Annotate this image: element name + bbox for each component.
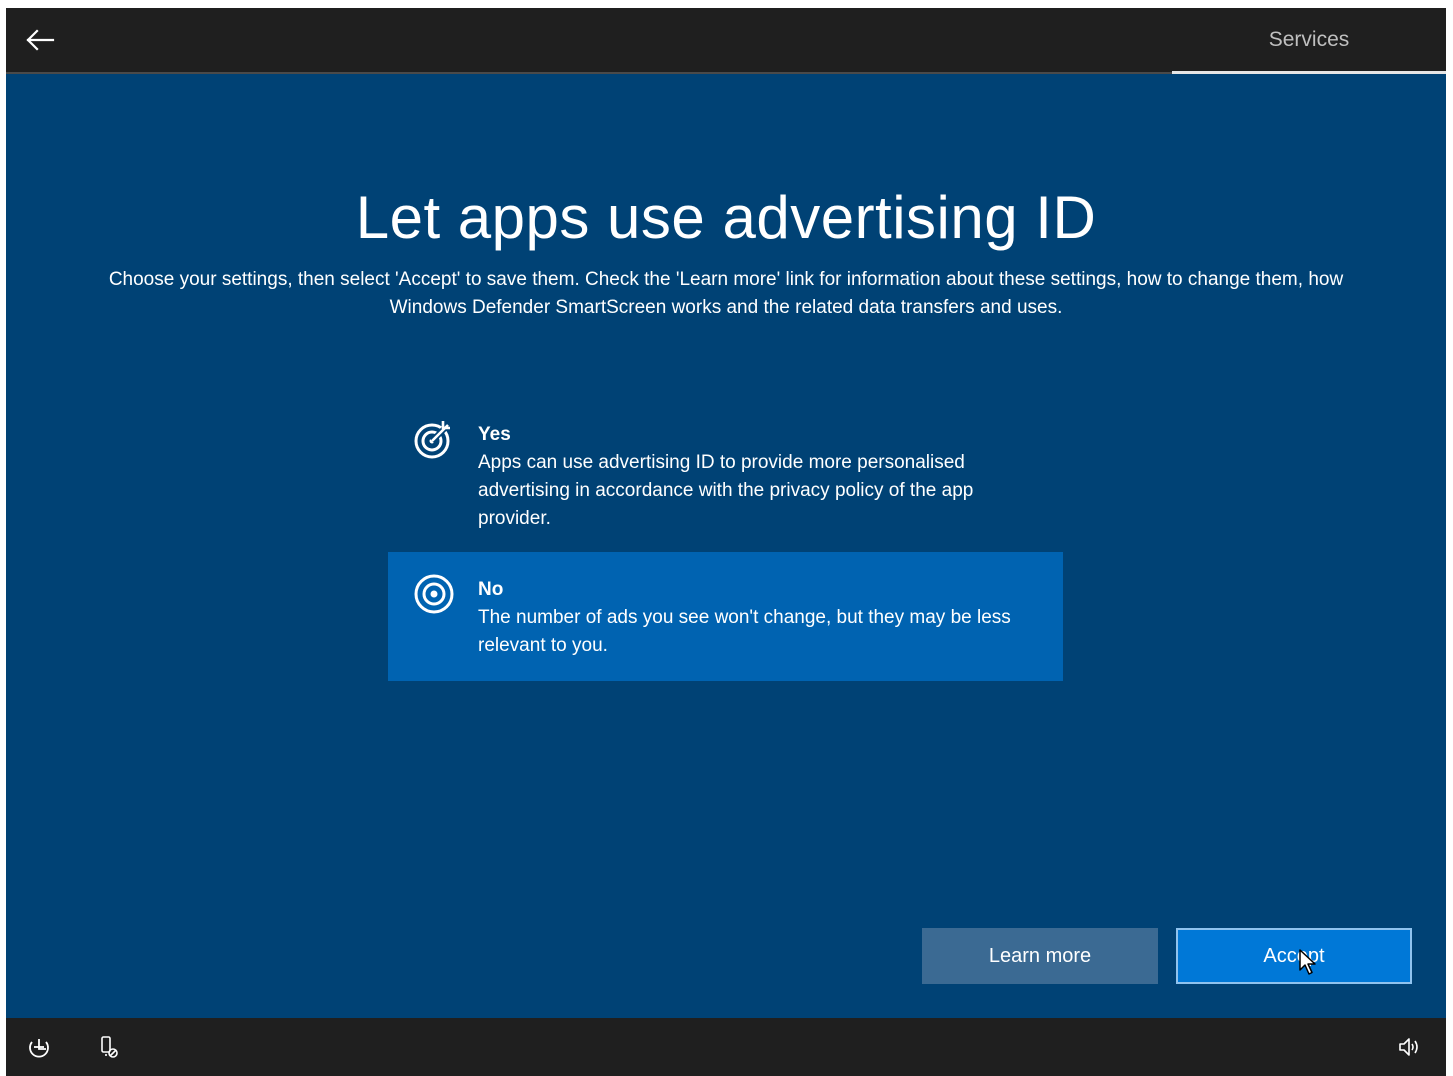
network-icon	[101, 1036, 118, 1058]
option-no-description: The number of ads you see won't change, …	[478, 607, 1011, 656]
option-yes[interactable]: Yes Apps can use advertising ID to provi…	[388, 411, 1063, 543]
oobe-window: Services Let apps use advertising ID Cho…	[6, 8, 1446, 1076]
page-subtitle: Choose your settings, then select 'Accep…	[108, 269, 1344, 318]
arrow-left-icon	[26, 29, 55, 51]
option-no[interactable]: No The number of ads you see won't chang…	[388, 552, 1063, 681]
page-title: Let apps use advertising ID	[355, 184, 1097, 251]
volume-icon	[1399, 1038, 1418, 1056]
ease-of-access-button[interactable]	[22, 1030, 56, 1064]
header-divider	[6, 72, 1172, 74]
target-icon	[414, 574, 454, 614]
screen-edge	[1446, 8, 1453, 1076]
tab-active-indicator	[1172, 71, 1446, 74]
back-button[interactable]	[20, 22, 60, 58]
top-bar: Services	[6, 8, 1446, 72]
accept-button[interactable]: Accept	[1176, 928, 1412, 984]
option-yes-description: Apps can use advertising ID to provide m…	[478, 452, 974, 529]
network-button[interactable]	[92, 1030, 126, 1064]
ease-of-access-icon	[29, 1039, 49, 1058]
learn-more-button[interactable]: Learn more	[922, 928, 1158, 984]
volume-button[interactable]	[1392, 1030, 1426, 1064]
bottom-bar	[6, 1018, 1446, 1076]
tab-services[interactable]: Services	[1172, 8, 1446, 72]
option-yes-title: Yes	[478, 424, 511, 445]
option-no-title: No	[478, 579, 504, 600]
target-arrow-icon	[414, 421, 451, 459]
